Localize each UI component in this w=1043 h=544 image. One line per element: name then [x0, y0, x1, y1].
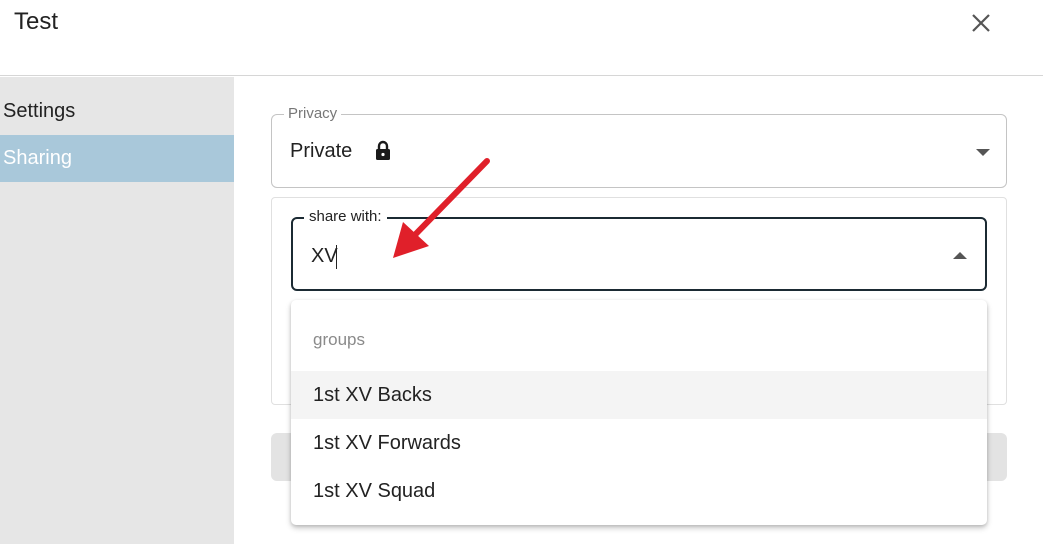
- dialog-title: Test: [14, 8, 59, 35]
- dialog: Test Settings Sharing Privacy Private sh…: [0, 0, 1043, 544]
- autocomplete-dropdown: groups 1st XV Backs 1st XV Forwards 1st …: [291, 300, 987, 525]
- option-1st-xv-backs[interactable]: 1st XV Backs: [291, 371, 987, 419]
- text-caret: [336, 245, 337, 269]
- share-with-input[interactable]: [311, 241, 931, 271]
- option-1st-xv-forwards[interactable]: 1st XV Forwards: [291, 419, 987, 467]
- group-header: groups: [313, 330, 365, 349]
- privacy-label: Privacy: [284, 106, 342, 122]
- chevron-up-icon[interactable]: [953, 252, 967, 259]
- close-button[interactable]: [964, 6, 998, 40]
- chevron-down-icon: [976, 149, 990, 156]
- share-with-field[interactable]: share with:: [291, 209, 987, 291]
- dialog-header: Test: [0, 0, 1043, 76]
- close-icon: [972, 14, 990, 32]
- sidebar-item-settings[interactable]: Settings: [0, 88, 234, 135]
- privacy-select[interactable]: Privacy Private: [271, 106, 1007, 188]
- sidebar-item-sharing[interactable]: Sharing: [0, 135, 234, 182]
- privacy-value: Private: [290, 140, 353, 162]
- sidebar: Settings Sharing: [0, 77, 234, 544]
- option-1st-xv-squad[interactable]: 1st XV Squad: [291, 467, 987, 515]
- lock-icon: [376, 140, 390, 160]
- share-with-label: share with:: [304, 209, 387, 225]
